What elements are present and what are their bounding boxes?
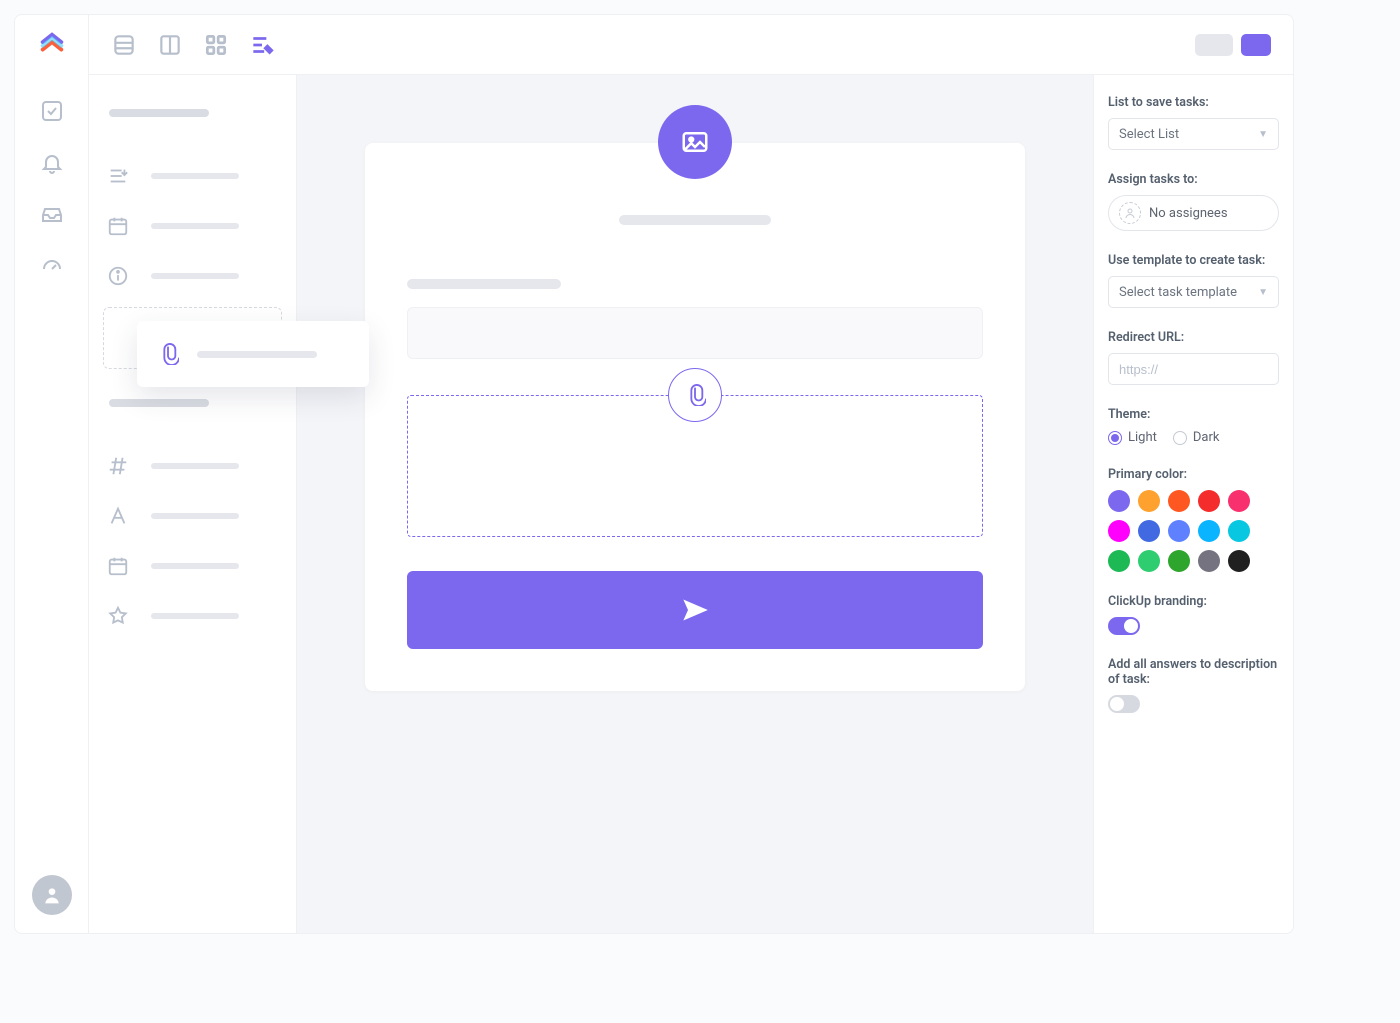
- notifications-icon[interactable]: [40, 151, 64, 175]
- form-cover-badge[interactable]: [658, 105, 732, 179]
- settings-panel: List to save tasks: Select List ▼ Assign…: [1093, 75, 1293, 933]
- theme-light-radio[interactable]: Light: [1108, 430, 1157, 445]
- topbar-button-1[interactable]: [1195, 34, 1233, 56]
- field-item-text[interactable]: [103, 491, 282, 541]
- form-canvas: [297, 75, 1093, 933]
- sidebar-heading: [109, 109, 209, 117]
- topbar-primary-button[interactable]: [1241, 34, 1271, 56]
- color-swatch[interactable]: [1108, 550, 1130, 572]
- field-label-placeholder[interactable]: [407, 279, 561, 289]
- template-value: Select task template: [1119, 285, 1237, 300]
- color-swatch[interactable]: [1198, 520, 1220, 542]
- primary-color-label: Primary color:: [1108, 467, 1279, 482]
- color-swatch[interactable]: [1138, 490, 1160, 512]
- radio-dot-icon: [1108, 431, 1122, 445]
- branding-toggle[interactable]: [1108, 617, 1140, 635]
- theme-dark-radio[interactable]: Dark: [1173, 430, 1220, 445]
- form-view-icon[interactable]: [249, 32, 275, 58]
- branding-label: ClickUp branding:: [1108, 594, 1279, 609]
- answers-toggle[interactable]: [1108, 695, 1140, 713]
- app-window: List to save tasks: Select List ▼ Assign…: [14, 14, 1294, 934]
- calendar-icon: [107, 215, 129, 237]
- attachment-badge: [668, 368, 722, 422]
- color-swatch[interactable]: [1198, 550, 1220, 572]
- color-swatch[interactable]: [1138, 550, 1160, 572]
- theme-dark-text: Dark: [1193, 430, 1220, 445]
- text-field-placeholder[interactable]: [407, 307, 983, 359]
- field-item-tags[interactable]: [103, 441, 282, 491]
- clickup-logo[interactable]: [37, 29, 67, 59]
- theme-label: Theme:: [1108, 407, 1279, 422]
- field-item-date[interactable]: [103, 201, 282, 251]
- redirect-label: Redirect URL:: [1108, 330, 1279, 345]
- dashboard-icon[interactable]: [40, 255, 64, 279]
- sidebar-heading-2: [109, 399, 209, 407]
- topbar: [89, 15, 1293, 75]
- color-swatch[interactable]: [1228, 520, 1250, 542]
- list-label: List to save tasks:: [1108, 95, 1279, 110]
- color-swatch[interactable]: [1138, 520, 1160, 542]
- placeholder-line: [151, 563, 239, 569]
- answers-label: Add all answers to description of task:: [1108, 657, 1279, 687]
- main-wrap: List to save tasks: Select List ▼ Assign…: [89, 15, 1293, 933]
- chevron-down-icon: ▼: [1258, 287, 1268, 298]
- assignee-select[interactable]: No assignees: [1108, 195, 1279, 231]
- placeholder-line: [151, 223, 239, 229]
- radio-dot-icon: [1173, 431, 1187, 445]
- list-value: Select List: [1119, 127, 1179, 142]
- add-assignee-icon: [1119, 202, 1141, 224]
- form-title-placeholder[interactable]: [619, 215, 771, 225]
- assign-label: Assign tasks to:: [1108, 172, 1279, 187]
- body: List to save tasks: Select List ▼ Assign…: [89, 75, 1293, 933]
- placeholder-line: [151, 613, 239, 619]
- list-select[interactable]: Select List ▼: [1108, 118, 1279, 150]
- fields-sidebar: [89, 75, 297, 933]
- import-icon: [107, 165, 129, 187]
- assign-value: No assignees: [1149, 206, 1228, 221]
- field-item-rating[interactable]: [103, 591, 282, 641]
- field-item-date2[interactable]: [103, 541, 282, 591]
- placeholder-line: [151, 463, 239, 469]
- form-preview-card: [365, 143, 1025, 691]
- submit-button[interactable]: [407, 571, 983, 649]
- theme-light-text: Light: [1128, 430, 1157, 445]
- left-rail: [15, 15, 89, 933]
- placeholder-line: [151, 173, 239, 179]
- hash-icon: [107, 455, 129, 477]
- board-view-icon[interactable]: [157, 32, 183, 58]
- template-label: Use template to create task:: [1108, 253, 1279, 268]
- color-swatch[interactable]: [1108, 520, 1130, 542]
- color-swatch[interactable]: [1168, 550, 1190, 572]
- chevron-down-icon: ▼: [1258, 129, 1268, 140]
- attachment-dropzone[interactable]: [407, 395, 983, 537]
- user-avatar[interactable]: [32, 875, 72, 915]
- tasks-icon[interactable]: [40, 99, 64, 123]
- info-icon: [107, 265, 129, 287]
- color-swatch[interactable]: [1168, 520, 1190, 542]
- dragged-field-card[interactable]: [137, 321, 369, 387]
- inbox-icon[interactable]: [40, 203, 64, 227]
- redirect-input[interactable]: [1108, 353, 1279, 385]
- attachment-icon: [157, 343, 179, 365]
- text-icon: [107, 505, 129, 527]
- color-swatch[interactable]: [1198, 490, 1220, 512]
- field-item-info[interactable]: [103, 251, 282, 301]
- placeholder-line: [197, 351, 317, 358]
- list-view-icon[interactable]: [111, 32, 137, 58]
- color-swatch[interactable]: [1228, 490, 1250, 512]
- color-swatch[interactable]: [1108, 490, 1130, 512]
- placeholder-line: [151, 513, 239, 519]
- template-select[interactable]: Select task template ▼: [1108, 276, 1279, 308]
- color-swatch[interactable]: [1168, 490, 1190, 512]
- color-grid: [1108, 490, 1279, 572]
- grid-view-icon[interactable]: [203, 32, 229, 58]
- calendar-icon: [107, 555, 129, 577]
- placeholder-line: [151, 273, 239, 279]
- star-icon: [107, 605, 129, 627]
- field-item-import[interactable]: [103, 151, 282, 201]
- color-swatch[interactable]: [1228, 550, 1250, 572]
